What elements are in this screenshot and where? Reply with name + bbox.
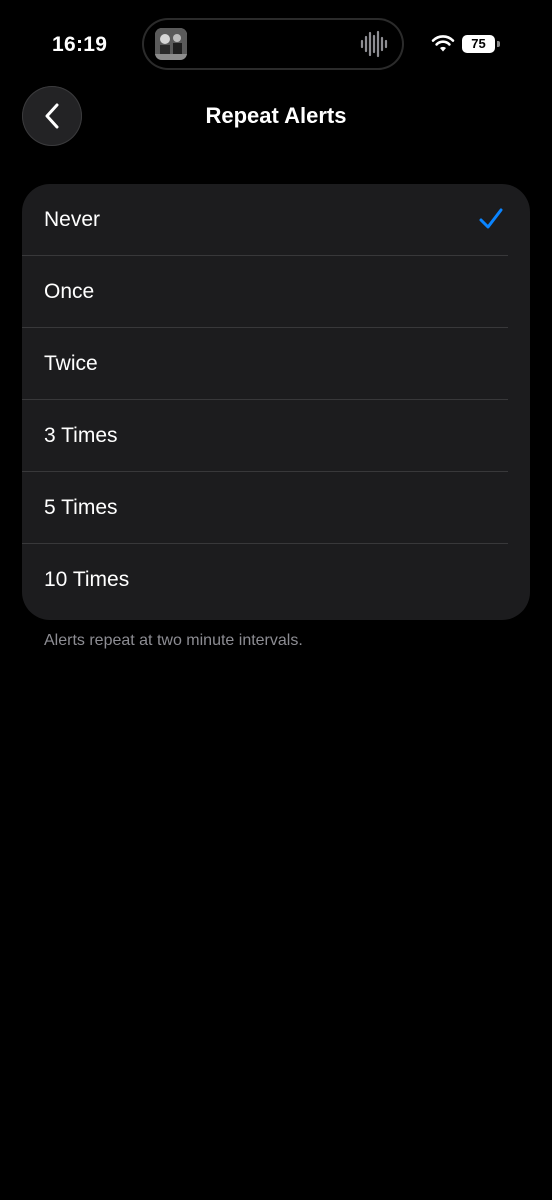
option-label: 10 Times [44,568,130,591]
status-time: 16:19 [52,33,108,56]
battery-level: 75 [462,35,495,53]
battery-icon: 75 [462,35,500,53]
option-label: Never [44,207,101,231]
album-art-icon [155,28,187,60]
wifi-icon [431,33,455,53]
option-label: Twice [44,351,98,375]
option-10-times[interactable]: 10 Times [22,544,508,616]
checkmark-icon [479,208,503,229]
repeat-options-list: Never Once Twice 3 Times 5 Times 10 Time… [22,184,530,620]
option-label: 3 Times [44,423,118,447]
page-title: Repeat Alerts [205,103,347,128]
option-label: Once [44,279,95,303]
option-never[interactable]: Never [22,184,508,256]
option-once[interactable]: Once [22,256,508,328]
dynamic-island[interactable] [142,18,404,70]
footer-note: Alerts repeat at two minute intervals. [44,632,303,649]
option-label: 5 Times [44,495,118,519]
option-5-times[interactable]: 5 Times [22,472,508,544]
option-3-times[interactable]: 3 Times [22,400,508,472]
audio-waveform-icon [360,30,390,58]
option-twice[interactable]: Twice [22,328,508,400]
